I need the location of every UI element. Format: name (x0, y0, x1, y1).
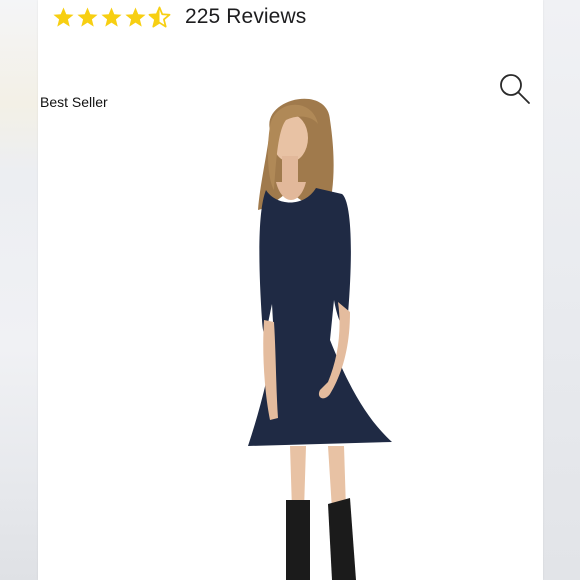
product-card: 225 Reviews Best Seller (38, 0, 543, 580)
rating-row[interactable]: 225 Reviews (52, 2, 306, 32)
star-icon (125, 6, 146, 27)
background-left (0, 0, 38, 580)
review-count-link[interactable]: 225 Reviews (185, 5, 306, 29)
star-icon (53, 6, 74, 27)
star-icon (77, 6, 98, 27)
star-icon (101, 6, 122, 27)
best-seller-badge: Best Seller (40, 94, 108, 110)
background-right (543, 0, 580, 580)
product-image[interactable] (178, 90, 418, 580)
model-dress-image (248, 98, 392, 580)
zoom-search-button[interactable] (498, 72, 532, 106)
rating-stars (52, 6, 171, 29)
search-icon (500, 74, 530, 104)
half-star-icon (148, 6, 171, 27)
